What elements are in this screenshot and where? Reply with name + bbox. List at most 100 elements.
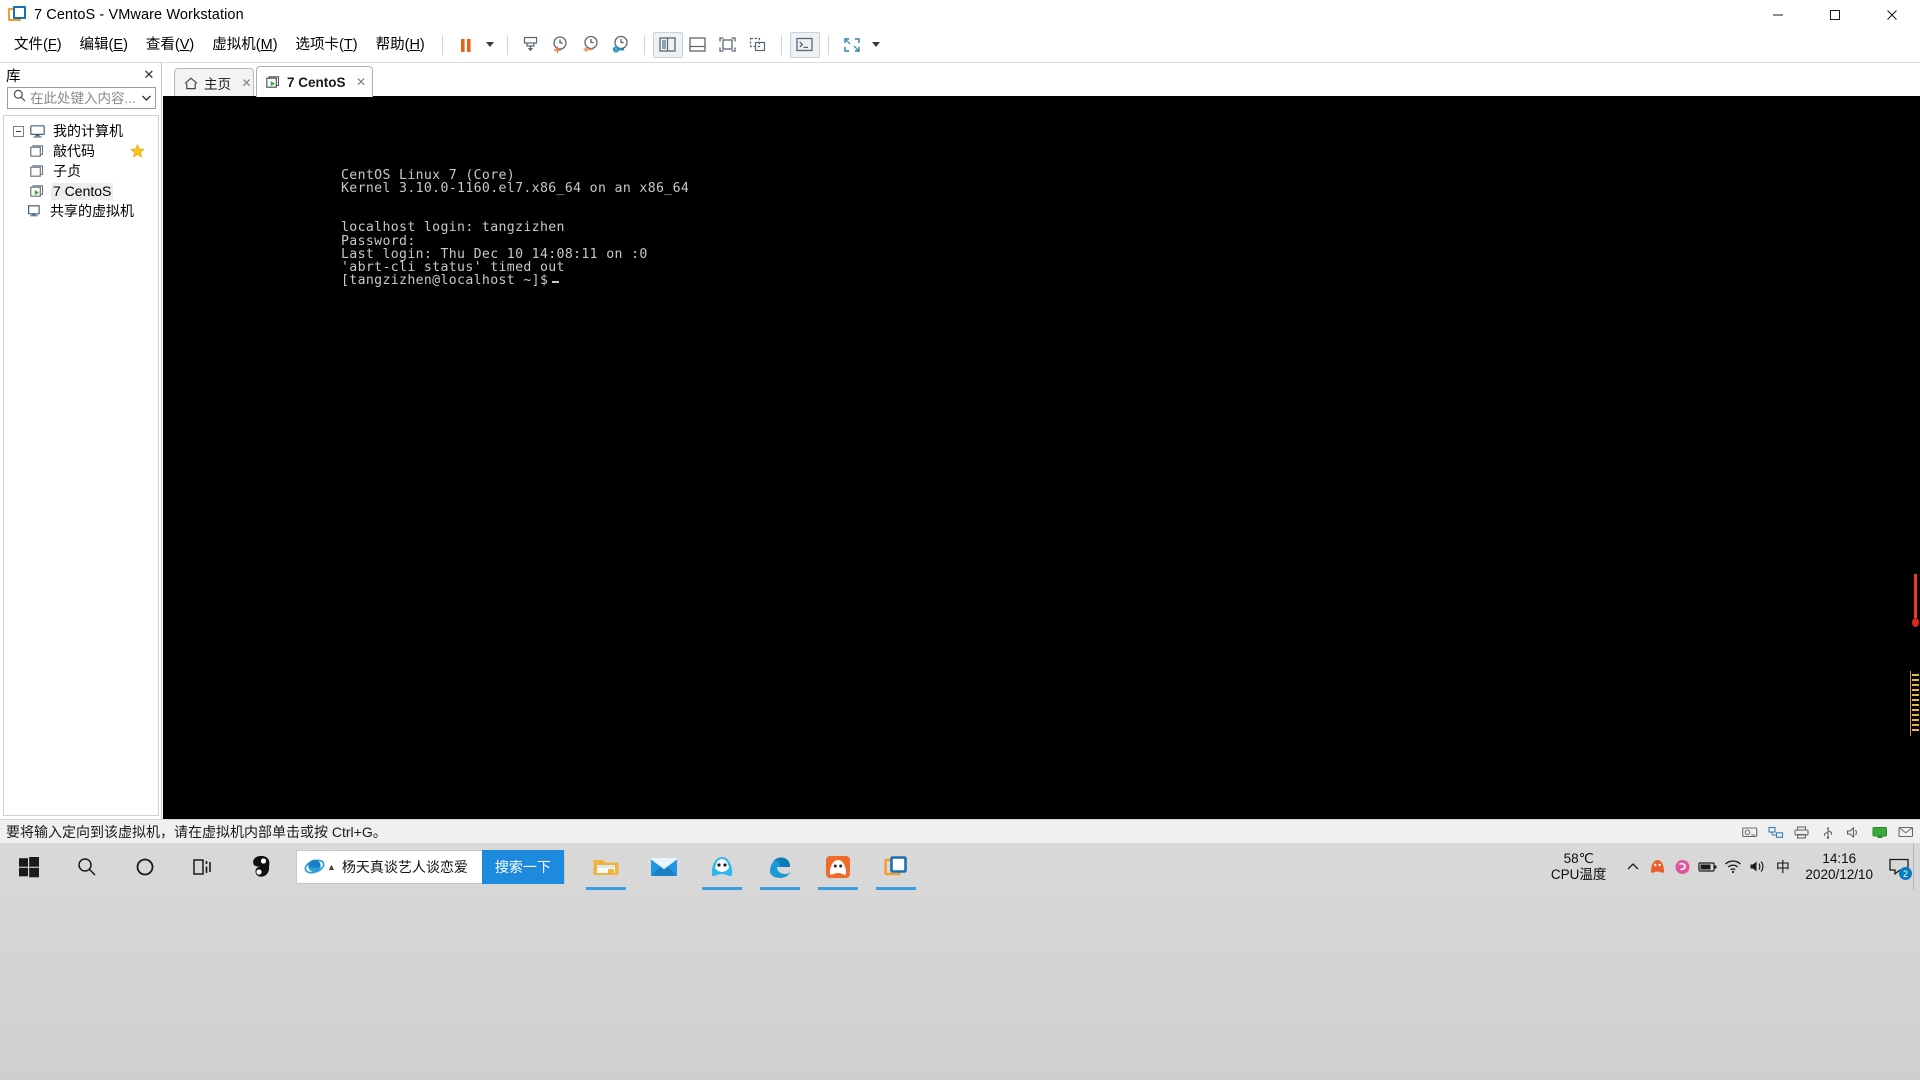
vm-library-tree: 我的计算机 敲代码 子贞 7 CentoS 共享的虚拟机	[3, 115, 159, 816]
tab-strip: 主页 ✕ 7 CentoS ✕	[163, 62, 1920, 97]
vmware-icon[interactable]	[867, 843, 925, 890]
console-button[interactable]	[789, 31, 820, 58]
network-icon[interactable]	[1767, 825, 1784, 840]
tree-item-label: 共享的虚拟机	[50, 202, 134, 219]
tim-icon[interactable]	[693, 843, 751, 890]
library-search[interactable]	[7, 87, 156, 109]
title-bar: 7 CentoS - VMware Workstation	[0, 0, 1920, 29]
volume-icon[interactable]	[1745, 843, 1770, 890]
windows-start-icon[interactable]	[0, 843, 58, 890]
suspend-button[interactable]	[451, 32, 481, 58]
menu-file[interactable]: 文件(F)	[5, 33, 71, 57]
close-icon[interactable]: ✕	[141, 67, 157, 83]
tree-item-label: 我的计算机	[53, 122, 123, 139]
unity-mode-button[interactable]	[743, 32, 773, 58]
sogou-tray-icon[interactable]	[1670, 843, 1695, 890]
toolbar-separator	[441, 34, 443, 55]
chevron-down-icon[interactable]	[139, 95, 153, 101]
internet-explorer-icon	[304, 857, 325, 876]
full-screen-button[interactable]	[713, 32, 743, 58]
library-title: 库	[6, 68, 21, 85]
menu-view[interactable]: 查看(V)	[137, 33, 203, 57]
stretch-dropdown[interactable]	[867, 32, 885, 58]
search-icon[interactable]	[58, 843, 116, 890]
wifi-icon[interactable]	[1720, 843, 1745, 890]
library-sidebar: 库 ✕ 我的计算机 敲代码	[0, 62, 162, 819]
edge-icon[interactable]	[751, 843, 809, 890]
message-icon[interactable]	[1897, 825, 1914, 840]
vm-running-icon	[266, 75, 281, 89]
tree-item-label: 敲代码	[53, 142, 95, 159]
ie-search-box[interactable]: ▲ 杨天真谈艺人谈恋爱 搜索一下	[296, 849, 565, 884]
tab-label: 7 CentoS	[287, 74, 346, 90]
favorite-star-icon[interactable]	[130, 143, 145, 161]
window-controls	[1749, 0, 1920, 29]
sound-icon[interactable]	[1845, 825, 1862, 840]
tab-close-icon[interactable]: ✕	[240, 76, 253, 90]
revert-snapshot-button[interactable]	[576, 32, 606, 58]
hard-disk-icon[interactable]	[1741, 825, 1758, 840]
tree-item-vm-zizhen[interactable]: 子贞	[4, 161, 158, 181]
sogou-icon[interactable]	[232, 843, 290, 890]
cpu-temp-value: 58℃	[1563, 850, 1594, 866]
notification-badge: 2	[1899, 867, 1912, 880]
stretch-button[interactable]	[837, 32, 867, 58]
taskbar-clock[interactable]: 14:16 2020/12/10	[1795, 851, 1885, 883]
printer-icon[interactable]	[1793, 825, 1810, 840]
menu-edit[interactable]: 编辑(E)	[71, 33, 137, 57]
tree-item-shared-vms[interactable]: 共享的虚拟机	[4, 201, 158, 221]
tab-label: 主页	[204, 77, 231, 92]
menu-help[interactable]: 帮助(H)	[367, 33, 434, 57]
monitor-icon	[29, 124, 46, 139]
collapse-icon[interactable]	[13, 125, 24, 137]
qq-tray-icon[interactable]	[1645, 843, 1670, 890]
vm-console[interactable]: CentOS Linux 7 (Core) Kernel 3.10.0-1160…	[163, 96, 1920, 819]
power-dropdown[interactable]	[481, 32, 499, 58]
file-explorer-icon[interactable]	[577, 843, 635, 890]
shared-vm-icon	[26, 204, 43, 219]
chevron-down-icon	[485, 42, 494, 47]
maximize-button[interactable]	[1806, 0, 1863, 29]
menu-vm[interactable]: 虚拟机(M)	[203, 33, 286, 57]
menu-tabs[interactable]: 选项卡(T)	[287, 33, 367, 57]
usb-icon[interactable]	[1819, 825, 1836, 840]
ie-search-text: 杨天真谈艺人谈恋爱	[341, 858, 468, 875]
notification-center-button[interactable]: 2	[1885, 843, 1913, 890]
search-submit-button[interactable]: 搜索一下	[481, 849, 564, 884]
tree-item-vm-qiaodaima[interactable]: 敲代码	[4, 141, 158, 161]
show-console-view-button[interactable]	[683, 32, 713, 58]
tree-item-vm-7-centos[interactable]: 7 CentoS	[4, 181, 158, 201]
minimize-button[interactable]	[1749, 0, 1806, 29]
tab-close-icon[interactable]: ✕	[355, 75, 368, 89]
battery-icon[interactable]	[1695, 843, 1720, 890]
chevron-up-icon[interactable]	[1620, 843, 1645, 890]
display-icon[interactable]	[1871, 825, 1888, 840]
vm-icon	[29, 164, 46, 179]
tab-home[interactable]: 主页 ✕	[174, 68, 254, 97]
terminal-cursor	[552, 280, 560, 283]
windows-taskbar: ▲ 杨天真谈艺人谈恋爱 搜索一下 58℃ CPU温度 中 14:16 2020/…	[0, 843, 1920, 1080]
show-library-button[interactable]	[652, 31, 683, 58]
chevron-down-icon	[871, 42, 880, 47]
snapshot-manager-button[interactable]	[516, 32, 546, 58]
activity-meter-widget	[1910, 671, 1920, 736]
cortana-icon[interactable]	[116, 843, 174, 890]
search-input[interactable]	[30, 90, 139, 106]
qq-browser-icon[interactable]	[809, 843, 867, 890]
mail-icon[interactable]	[635, 843, 693, 890]
show-desktop-button[interactable]	[1913, 843, 1920, 890]
toolbar-separator	[643, 34, 645, 55]
tree-item-my-computer[interactable]: 我的计算机	[4, 121, 158, 141]
manage-snapshots-button[interactable]	[606, 32, 636, 58]
take-snapshot-button[interactable]	[546, 32, 576, 58]
terminal-line: Kernel 3.10.0-1160.el7.x86_64 on an x86_…	[341, 181, 690, 197]
vmware-icon	[8, 5, 26, 24]
terminal-prompt: [tangzizhen@localhost ~]$	[341, 272, 549, 288]
status-message: 要将输入定向到该虚拟机，请在虚拟机内部单击或按 Ctrl+G。	[6, 823, 387, 840]
tab-7-centos[interactable]: 7 CentoS ✕	[256, 66, 373, 97]
cpu-temperature-widget[interactable]: 58℃ CPU温度	[1551, 851, 1607, 883]
ime-icon[interactable]: 中	[1770, 843, 1795, 890]
close-button[interactable]	[1863, 0, 1920, 29]
task-view-icon[interactable]	[174, 843, 232, 890]
